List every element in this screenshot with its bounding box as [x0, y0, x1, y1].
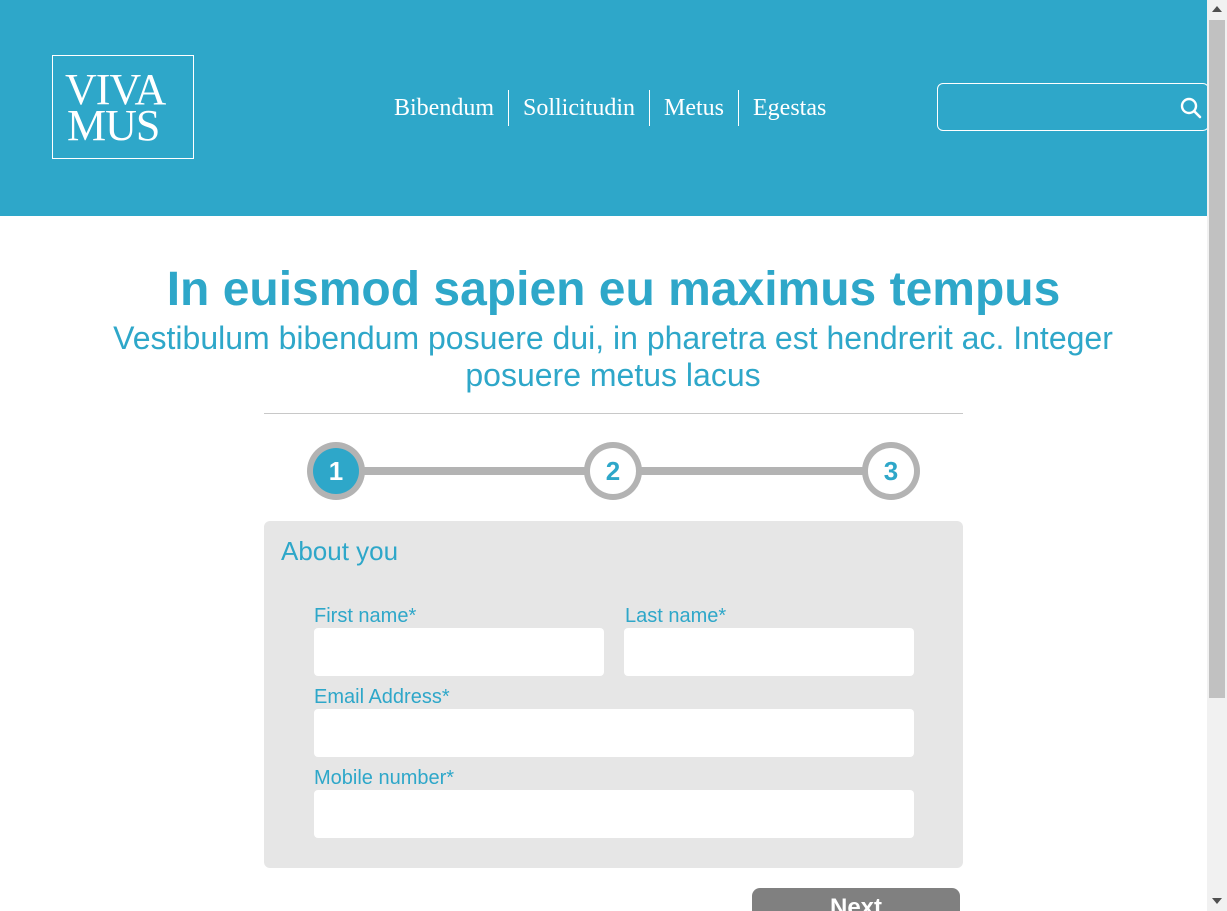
- nav-item-egestas[interactable]: Egestas: [738, 90, 840, 126]
- first-name-label: First name*: [314, 605, 417, 627]
- page-title: In euismod sapien eu maximus tempus: [166, 263, 1061, 316]
- scroll-down-arrow-icon[interactable]: [1212, 898, 1222, 904]
- step-connector: [360, 467, 588, 475]
- step-2-number: 2: [590, 448, 636, 494]
- email-label: Email Address*: [314, 686, 450, 708]
- mobile-field[interactable]: [314, 790, 914, 838]
- email-field[interactable]: [314, 709, 914, 757]
- scrollbar-thumb[interactable]: [1209, 20, 1225, 698]
- last-name-field[interactable]: [624, 628, 914, 676]
- step-3[interactable]: 3: [862, 442, 920, 500]
- nav-item-bibendum[interactable]: Bibendum: [380, 90, 508, 126]
- step-1[interactable]: 1: [307, 442, 365, 500]
- step-1-number: 1: [313, 448, 359, 494]
- logo-line-2: MUS: [67, 101, 160, 150]
- main-nav: Bibendum Sollicitudin Metus Egestas: [380, 90, 840, 126]
- step-2[interactable]: 2: [584, 442, 642, 500]
- scrollbar[interactable]: [1207, 0, 1227, 911]
- page: VIVA MUS Bibendum Sollicitudin Metus Ege…: [0, 0, 1207, 911]
- search-icon[interactable]: [1180, 97, 1202, 119]
- page-subtitle: Vestibulum bibendum posuere dui, in phar…: [113, 320, 1113, 393]
- first-name-field[interactable]: [314, 628, 604, 676]
- step-3-number: 3: [868, 448, 914, 494]
- scroll-up-arrow-icon[interactable]: [1212, 6, 1222, 12]
- step-connector: [638, 467, 866, 475]
- site-header: VIVA MUS Bibendum Sollicitudin Metus Ege…: [0, 0, 1207, 216]
- divider: [264, 413, 963, 414]
- next-button[interactable]: Next: [752, 888, 960, 911]
- search-box: [937, 83, 1207, 131]
- form-title: About you: [281, 536, 399, 566]
- nav-item-metus[interactable]: Metus: [649, 90, 738, 126]
- about-you-form: About you First name* Last name* Email A…: [264, 521, 963, 868]
- mobile-label: Mobile number*: [314, 767, 455, 789]
- logo[interactable]: VIVA MUS: [52, 55, 194, 159]
- nav-item-sollicitudin[interactable]: Sollicitudin: [508, 90, 649, 126]
- last-name-label: Last name*: [625, 605, 727, 627]
- search-input[interactable]: [946, 92, 1170, 124]
